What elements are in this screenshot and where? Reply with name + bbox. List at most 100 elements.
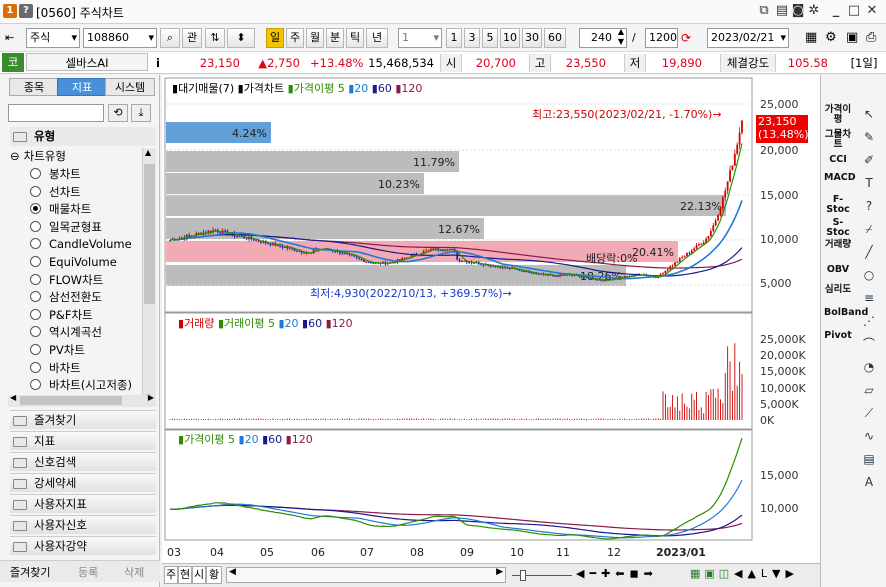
settings-icon[interactable]: ✲ [806, 3, 822, 18]
period-year-button[interactable]: 년 [366, 28, 388, 48]
info-icon[interactable]: i [152, 54, 164, 72]
arc-icon[interactable]: ⌒ [857, 335, 881, 353]
market-select[interactable]: 주식 ▾ [26, 28, 80, 48]
chart-type-radio[interactable] [30, 203, 41, 215]
updown-stepper[interactable]: ⬍ [227, 28, 255, 48]
chart-type-radio[interactable] [30, 168, 41, 179]
tab-indicators[interactable]: 지표 [57, 78, 107, 96]
stock-name[interactable]: 셀바스AI [26, 53, 148, 71]
pencil-icon[interactable]: ✐ [857, 151, 881, 169]
fibo-icon[interactable]: ≡ [857, 289, 881, 307]
auto-icon[interactable]: A [857, 473, 881, 491]
refresh-icon[interactable]: ⟲ [108, 104, 128, 122]
interval-select[interactable]: 1 ▾ [398, 28, 442, 48]
chart-type-radio[interactable] [30, 344, 41, 355]
chart-type-radio[interactable] [30, 256, 41, 267]
chart-type-radio[interactable] [30, 185, 41, 197]
close-icon[interactable]: ✕ [864, 3, 880, 18]
chart-type-radio[interactable] [30, 379, 41, 391]
zoom-slider[interactable] [512, 567, 572, 583]
chart-type-label[interactable]: 선차트 [49, 183, 81, 201]
indicator-button[interactable]: 가격이평 [824, 105, 852, 125]
chart-type-radio[interactable] [30, 308, 41, 320]
chart-type-radio[interactable] [30, 220, 41, 232]
stock-code-input[interactable]: 108860 ▾ [83, 28, 157, 48]
chart-type-label[interactable]: P&F차트 [49, 306, 93, 324]
interval-10-button[interactable]: 10 [500, 28, 520, 48]
chart-type-label[interactable]: 봉차트 [49, 165, 81, 183]
chart-type-label[interactable]: 역시계곡선 [49, 323, 102, 341]
camera-icon[interactable]: ◙ [790, 3, 806, 18]
bottom-tab-register[interactable]: 등록 [78, 564, 98, 580]
tree-h-scrollbar[interactable]: ◀ ▶ [8, 393, 156, 407]
category-6[interactable]: 사용자강약 [10, 536, 156, 555]
category-5[interactable]: 사용자신호 [10, 515, 156, 534]
indicator-button[interactable]: Pivot [824, 331, 852, 341]
indicator-search-input[interactable] [8, 104, 104, 122]
group-header-type[interactable]: 유형 [10, 127, 156, 146]
indicator-button[interactable]: 거래량 [824, 240, 852, 250]
chart-type-label[interactable]: 바차트 [49, 359, 81, 377]
chart-type-radio[interactable] [30, 326, 41, 338]
date-picker[interactable]: 2023/02/21 ▾ [707, 28, 789, 48]
chart-type-label[interactable]: 일목균형표 [49, 218, 102, 236]
bottom-tab-hwang[interactable]: 황 [206, 566, 222, 584]
print-icon[interactable]: ⎙ [866, 30, 876, 45]
text-icon[interactable]: T [857, 174, 881, 192]
chart-type-label[interactable]: EquiVolume [49, 253, 117, 271]
minimize-icon[interactable]: _ [828, 3, 844, 18]
sweep-icon[interactable]: ⌿ [857, 220, 881, 238]
indicator-button[interactable]: MACD [824, 173, 856, 183]
interval-5-button[interactable]: 5 [482, 28, 498, 48]
period-minute-button[interactable]: 분 [326, 28, 344, 48]
fan-icon[interactable]: ⟋ [857, 404, 881, 422]
tab-stocks[interactable]: 종목 [9, 78, 59, 96]
gear-icon[interactable]: ⚙ [825, 30, 837, 45]
cycle-icon[interactable]: ◔ [857, 358, 881, 376]
tree-scrollbar[interactable]: ▲ ▼ [142, 148, 156, 402]
link-icon[interactable]: ⧉ [756, 3, 772, 18]
indicator-button[interactable]: 심리도 [824, 285, 852, 295]
period-tick-button[interactable]: 틱 [346, 28, 364, 48]
gann-icon[interactable]: ⋰ [857, 312, 881, 330]
chart-type-radio[interactable] [30, 291, 41, 303]
chart-settings-icon[interactable]: ▦ [805, 30, 817, 45]
zoom-controls[interactable]: ◀━✚⬅◼➡ [576, 567, 658, 580]
category-4[interactable]: 사용자지표 [10, 494, 156, 513]
interval-60-button[interactable]: 60 [544, 28, 566, 48]
question-icon[interactable]: ? [857, 197, 881, 215]
export-icons[interactable]: ▦▣◫ [690, 567, 733, 580]
display-count-input[interactable]: 240 ▲ ▼ [579, 27, 627, 48]
category-0[interactable]: 즐겨찾기 [10, 410, 156, 429]
indicator-button[interactable]: F-Stoc [824, 195, 852, 215]
indicator-button[interactable]: BolBand [824, 308, 868, 318]
period-week-button[interactable]: 주 [286, 28, 304, 48]
grid-icon[interactable]: ▤ [857, 450, 881, 468]
chart-h-scrollbar[interactable]: ◀ ▶ [226, 567, 506, 583]
interval-1-button[interactable]: 1 [446, 28, 462, 48]
wave-icon[interactable]: ∿ [857, 427, 881, 445]
chart-type-radio[interactable] [30, 273, 41, 285]
category-3[interactable]: 강세약세 [10, 473, 156, 492]
download-icon[interactable]: ⤓ [131, 104, 151, 122]
search-icon[interactable]: ⌕ [160, 28, 180, 48]
prev-next-icon[interactable]: ⇤ [5, 31, 23, 45]
tab-system[interactable]: 시스템 [105, 78, 155, 96]
save-icon[interactable]: ▣ [846, 30, 858, 45]
maximize-icon[interactable]: □ [846, 3, 862, 18]
view-controls[interactable]: ◀▲L▼▶ [734, 567, 799, 580]
channel-icon[interactable]: ▱ [857, 381, 881, 399]
bottom-tab-delete[interactable]: 삭제 [124, 564, 144, 580]
line-icon[interactable]: ╱ [857, 243, 881, 261]
indicator-button[interactable]: CCI [824, 155, 852, 165]
bottom-tab-si[interactable]: 시 [192, 566, 206, 584]
reset-icon[interactable]: ⇅ [205, 28, 225, 48]
circle-icon[interactable]: ○ [857, 266, 881, 284]
chart-type-label[interactable]: 삼선전환도 [49, 288, 102, 306]
indicator-button[interactable]: OBV [824, 265, 852, 275]
interval-30-button[interactable]: 30 [522, 28, 542, 48]
watch-button[interactable]: 관 [182, 28, 202, 48]
period-day-button[interactable]: 일 [266, 28, 284, 48]
cursor-icon[interactable]: ↖ [857, 105, 881, 123]
indicator-button[interactable]: 그물차트 [824, 130, 852, 150]
